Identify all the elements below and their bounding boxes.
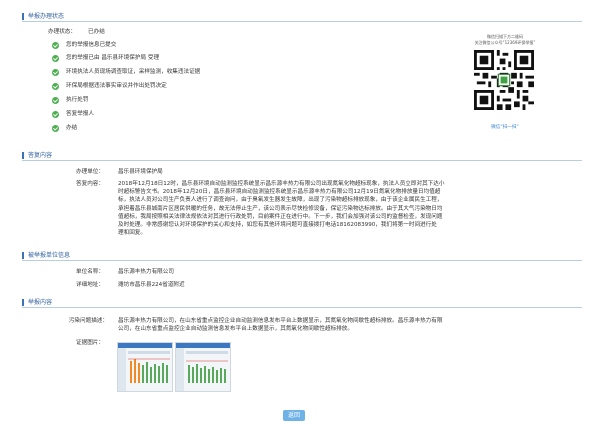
evidence-image[interactable]: [175, 342, 231, 392]
evidence-image[interactable]: [117, 342, 173, 392]
section-title: 答复内容: [28, 152, 53, 159]
reply-line: 标，执法人员对公司生产负责人进行了调查询问，由于臭氧发生器发生故障，出现了污染物…: [118, 197, 443, 204]
qr-panel: 微信扫描下方二维码 关注微信公众号“12369环保举报” 微信“扫一扫”: [456, 34, 554, 130]
status-step-text: 答复举报人: [66, 111, 94, 117]
check-icon: [52, 42, 59, 49]
section-bar: [22, 252, 24, 259]
section-header-report: 举报内容: [22, 298, 582, 308]
reply-line: 及时处理。非常感谢您认对环境保护的关心和支持，如您有其他环境问题可直接拨打电话1…: [118, 222, 437, 229]
reply-content-text: 2018年12月18日12时，昌乐县环境自动监测监控系统显示昌乐源丰热力有限公司…: [118, 180, 584, 237]
section-header-content: 答复内容: [22, 151, 582, 161]
report-desc-line: 昌乐源丰热力有限公司，在山东省重点监控企业自动监测信息发布平台上数据显示，其氮氧…: [118, 318, 443, 324]
check-icon: [52, 69, 59, 76]
check-icon: [52, 111, 59, 118]
section-title: 举报办理状态: [28, 13, 65, 20]
reply-unit-label: 办理单位：: [76, 169, 104, 175]
report-evidence-label: 证据图片：: [76, 340, 104, 346]
status-label: 办理状态：: [48, 29, 76, 35]
check-icon: [52, 83, 59, 90]
section-title: 被举报单位信息: [28, 252, 71, 259]
section-header-reported: 被举报单位信息: [22, 251, 582, 261]
qr-scan-label: 微信“扫一扫”: [491, 125, 519, 130]
status-step-text: 办结: [66, 125, 78, 131]
section-bar: [22, 13, 24, 20]
qr-code: [474, 50, 534, 110]
section-bar: [22, 152, 24, 159]
evidence-chart-icon: [176, 343, 230, 391]
reply-line: 时超标警告文书。2018年12月20日，昌乐县环境自动监测监控系统显示昌乐源丰热…: [118, 189, 441, 196]
section-title: 举报内容: [28, 299, 53, 306]
check-icon: [52, 55, 59, 62]
qr-caption-line2: 关注微信公众号“12369环保举报”: [474, 40, 536, 45]
reported-name-label: 单位名称：: [76, 269, 104, 275]
report-desc-label: 污染问题描述：: [68, 318, 108, 324]
check-icon: [52, 125, 59, 132]
reply-line: 承担着昌乐县城南片区居民供暖的任务，故无法停止生产，该公司表示尽快检修设备，保证…: [118, 205, 443, 212]
reported-address-label: 详细地址：: [76, 282, 104, 288]
reply-line: 值超标，我局按照相关法律法规依法对其进行行政处罚，目前案件正在进行中。下一步，我…: [118, 213, 443, 220]
status-value: 已办结: [88, 29, 105, 35]
reply-content-label: 答复内容：: [76, 181, 104, 187]
status-step-text: 您的举报信息已提交: [66, 42, 117, 48]
reported-address-value: 潍坊市昌乐县224省道附近: [118, 282, 185, 288]
status-step-text: 执行处罚: [66, 97, 89, 103]
report-desc-line: 公司，在山东省重点监控企业自动监测信息发布平台上数据显示，其氮氧化物间歇性超标排…: [118, 326, 353, 333]
back-button[interactable]: 返回: [283, 410, 305, 421]
status-step-text: 您的举报已由 昌乐县环境保护局 受理: [66, 55, 160, 61]
reported-name-value: 昌乐源丰热力有限公司: [118, 269, 174, 275]
reply-line: 2018年12月18日12时，昌乐县环境自动监测监控系统显示昌乐源丰热力有限公司…: [118, 181, 445, 187]
status-step-text: 环境执法人员现场调查取证，采样监测，收集违法证据: [66, 69, 201, 75]
reply-line: 理和回复。: [118, 230, 146, 237]
reply-unit-value: 昌乐县环境保护局: [118, 169, 163, 175]
report-desc-text: 昌乐源丰热力有限公司，在山东省重点监控企业自动监测信息发布平台上数据显示，其氮氧…: [118, 317, 584, 333]
section-header-status: 举报办理状态: [22, 12, 582, 22]
status-step-text: 环保局根据违法事实审议并作出处罚决定: [66, 83, 167, 89]
check-icon: [52, 97, 59, 104]
section-bar: [22, 299, 24, 306]
evidence-chart-icon: [118, 343, 172, 391]
